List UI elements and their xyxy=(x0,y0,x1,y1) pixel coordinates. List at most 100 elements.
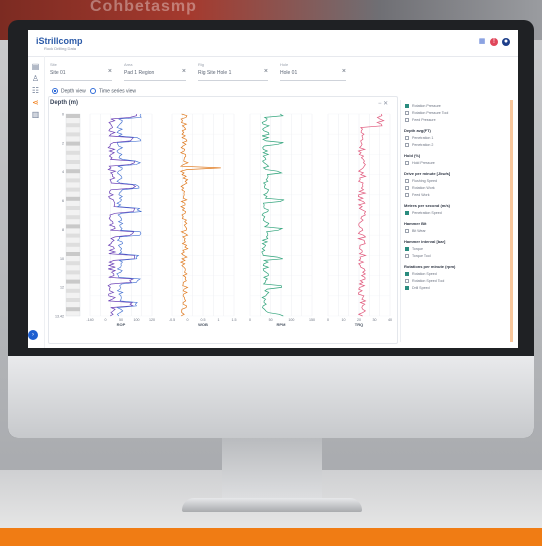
lithology-band xyxy=(66,123,80,128)
legend-group-title: Metres per second (m/s) xyxy=(404,203,451,208)
checkbox-icon[interactable] xyxy=(405,179,409,184)
lithology-band xyxy=(66,141,80,146)
legend-item-label: Rotation Pressure xyxy=(412,104,441,108)
checkbox-icon[interactable] xyxy=(405,104,409,109)
checkbox-icon[interactable] xyxy=(405,118,409,123)
track-tick-label: 100 xyxy=(288,318,294,322)
legend-item[interactable]: Rotation Speed xyxy=(405,272,437,277)
track-tick-label: 30 xyxy=(373,318,377,322)
lithology-band xyxy=(66,279,80,284)
legend-group-title: Rotations per minute (rpm) xyxy=(404,264,456,269)
legend-item[interactable]: Feed Pressure xyxy=(405,118,436,123)
lithology-band xyxy=(66,132,80,137)
expand-sidebar-button[interactable]: › xyxy=(28,330,38,340)
depth-tick-label: 0 xyxy=(62,113,64,117)
checkbox-icon[interactable] xyxy=(405,136,409,141)
legend-scrollbar[interactable] xyxy=(510,100,513,342)
legend-item[interactable]: Drill Speed xyxy=(405,286,430,291)
lithology-band xyxy=(66,178,80,183)
track-tick-label: 1.5 xyxy=(232,318,237,322)
checkbox-icon[interactable] xyxy=(405,229,409,234)
legend-item-label: Torque xyxy=(412,247,423,251)
legend-item-label: Hold Pressure xyxy=(412,161,435,165)
checkbox-icon[interactable] xyxy=(405,254,409,259)
lithology-band xyxy=(66,215,80,220)
legend-group-title: Hammer Bit xyxy=(404,221,427,226)
monitor-stand xyxy=(222,438,322,500)
track-tick-label: 0 xyxy=(105,318,107,322)
legend-item[interactable]: Torque Tool xyxy=(405,254,431,259)
legend-group-title: Depth avg(FT) xyxy=(404,128,431,133)
lithology-band xyxy=(66,224,80,229)
track-tick-label: 150 xyxy=(309,318,315,322)
checkbox-icon[interactable] xyxy=(405,143,409,148)
legend-item-label: Torque Tool xyxy=(412,254,431,258)
legend-item-label: Rotation Speed xyxy=(412,272,437,276)
legend-item[interactable]: Rotation Pressure Tool xyxy=(405,111,449,116)
orange-footer-bar xyxy=(0,528,542,546)
track-axis-label: WOB xyxy=(198,322,208,327)
legend-item[interactable]: Bit Wear xyxy=(405,229,426,234)
legend-item-label: Flushing Speed xyxy=(412,179,437,183)
legend-item[interactable]: Rotation Speed Tool xyxy=(405,279,445,284)
checkbox-icon[interactable] xyxy=(405,286,409,291)
legend-item[interactable]: Feed Work xyxy=(405,193,430,198)
legend-item[interactable]: Flushing Speed xyxy=(405,179,437,184)
lithology-band xyxy=(66,252,80,256)
track-tick-label: -0.5 xyxy=(169,318,175,322)
lithology-band xyxy=(66,206,80,210)
legend-item-label: Feed Pressure xyxy=(412,118,436,122)
track-tick-label: 1 xyxy=(218,318,220,322)
depth-tick-label: 12 xyxy=(60,286,64,290)
legend-group-title: Hammer interval [bar] xyxy=(404,239,446,244)
track-tick-label: 10 xyxy=(342,318,346,322)
checkbox-icon[interactable] xyxy=(405,211,409,216)
legend-item-label: Rotation Pressure Tool xyxy=(412,111,449,115)
background-brand-text: Cohbetasmp xyxy=(90,0,197,15)
legend-item[interactable]: Hold Pressure xyxy=(405,161,435,166)
checkbox-icon[interactable] xyxy=(405,247,409,252)
track-tick-label: 0 xyxy=(327,318,329,322)
depth-tick-label: 8 xyxy=(62,228,64,232)
track-tick-label: 0 xyxy=(249,318,251,322)
legend-item-label: Rotation Speed Tool xyxy=(412,279,445,283)
track-tick-label: 40 xyxy=(388,318,392,322)
lithology-band xyxy=(66,169,80,174)
depth-tick-label: 4 xyxy=(62,170,64,174)
legend-item-label: Penetration 2 xyxy=(412,143,434,147)
track-tick-label: 100 xyxy=(134,318,140,322)
legend-item[interactable]: Torque xyxy=(405,247,423,252)
depth-tick-label: 2 xyxy=(62,141,64,145)
app-screen: iStrillcomp Rock Drilling Data ▦ ! ● ▤ ♙… xyxy=(28,30,518,348)
legend-item[interactable]: Penetration 2 xyxy=(405,143,434,148)
lithology-band xyxy=(66,288,80,293)
legend-item-label: Penetration 1 xyxy=(412,136,434,140)
track-axis-label: RPM xyxy=(277,322,287,327)
legend-item-label: Feed Work xyxy=(412,193,430,197)
lithology-band xyxy=(66,114,80,118)
legend-item-label: Bit Wear xyxy=(412,229,426,233)
checkbox-icon[interactable] xyxy=(405,186,409,191)
checkbox-icon[interactable] xyxy=(405,193,409,198)
track-tick-label: 0 xyxy=(187,318,189,322)
legend-group-title: Hold (%) xyxy=(404,153,421,158)
checkbox-icon[interactable] xyxy=(405,111,409,116)
lithology-band xyxy=(66,196,80,201)
monitor-chin xyxy=(8,356,534,438)
track-tick-label: -140 xyxy=(86,318,93,322)
legend-item[interactable]: Penetration 1 xyxy=(405,136,434,141)
legend-item[interactable]: Rotation Work xyxy=(405,186,435,191)
lithology-band xyxy=(66,307,80,312)
legend-item[interactable]: Penetration Speed xyxy=(405,211,442,216)
track-tick-label: 50 xyxy=(269,318,273,322)
lithology-band xyxy=(66,187,80,192)
track-tick-label: 120 xyxy=(149,318,155,322)
checkbox-icon[interactable] xyxy=(405,161,409,166)
track-axis-label: TRQ xyxy=(355,322,363,327)
lithology-band xyxy=(66,160,80,164)
track-axis-label: ROP xyxy=(117,322,126,327)
legend-item[interactable]: Rotation Pressure xyxy=(405,104,441,109)
lithology-band xyxy=(66,233,80,238)
checkbox-icon[interactable] xyxy=(405,279,409,284)
checkbox-icon[interactable] xyxy=(405,272,409,277)
